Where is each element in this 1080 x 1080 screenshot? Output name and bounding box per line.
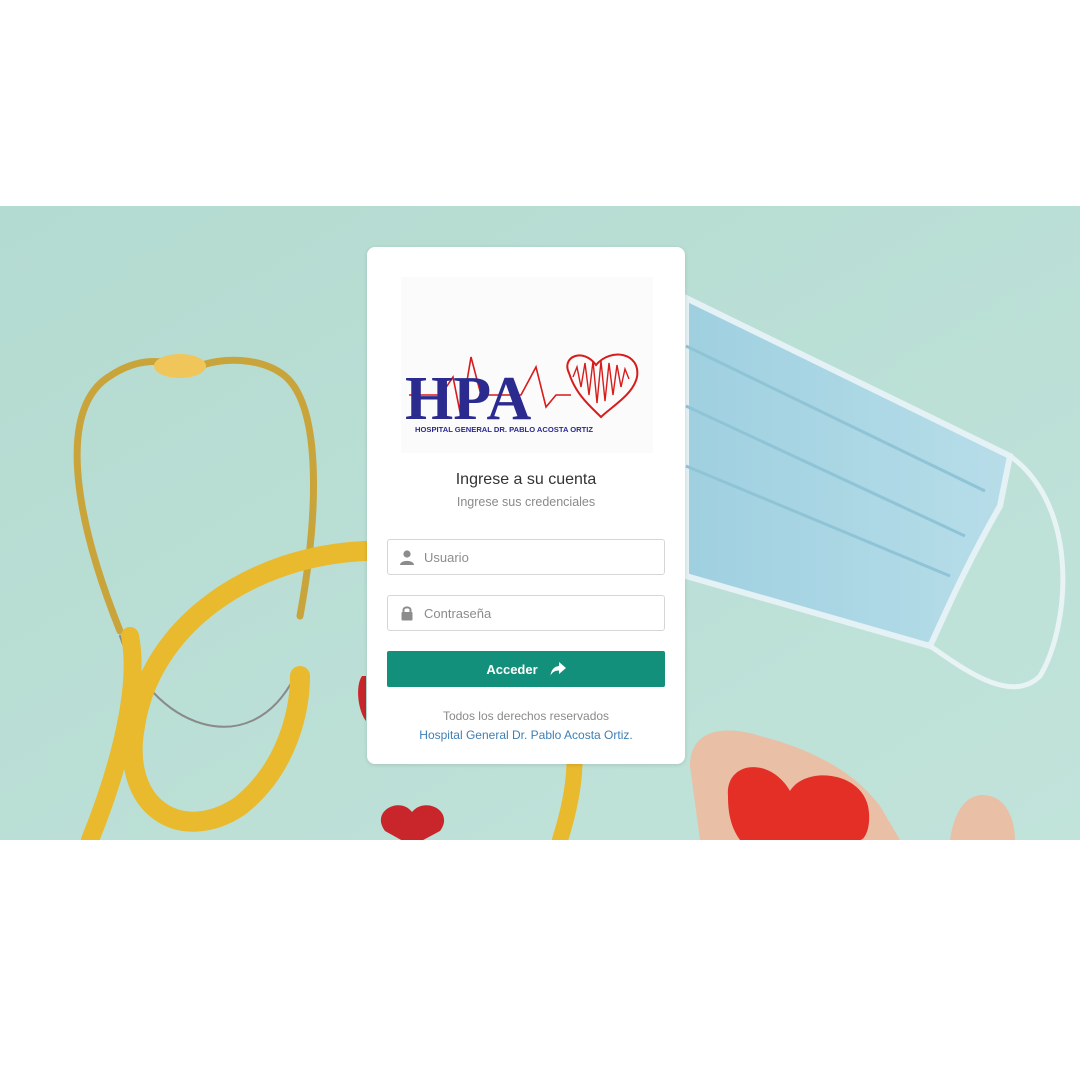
lock-icon <box>401 606 413 621</box>
login-card: HPA HOSPITAL GENERAL DR. PABLO ACOSTA OR… <box>367 247 685 764</box>
logo-hospital-name: HOSPITAL GENERAL DR. PABLO ACOSTA ORTIZ <box>415 425 593 434</box>
hospital-link[interactable]: Hospital General Dr. Pablo Acosta Ortiz. <box>367 728 685 742</box>
user-icon <box>400 550 414 565</box>
username-input[interactable] <box>424 540 660 574</box>
logo-letters: HPA <box>405 365 531 433</box>
rights-text: Todos los derechos reservados <box>442 709 610 723</box>
hospital-logo: HPA HOSPITAL GENERAL DR. PABLO ACOSTA OR… <box>401 277 653 453</box>
username-field[interactable] <box>387 539 665 575</box>
password-field[interactable] <box>387 595 665 631</box>
share-arrow-icon <box>550 662 566 676</box>
login-button-label: Acceder <box>486 661 538 677</box>
password-input[interactable] <box>424 596 660 630</box>
login-title: Ingrese a su cuenta <box>455 471 597 488</box>
login-subtitle: Ingrese sus credenciales <box>456 495 596 509</box>
login-page: HPA HOSPITAL GENERAL DR. PABLO ACOSTA OR… <box>0 0 1080 1080</box>
login-button[interactable]: Acceder <box>387 651 665 687</box>
